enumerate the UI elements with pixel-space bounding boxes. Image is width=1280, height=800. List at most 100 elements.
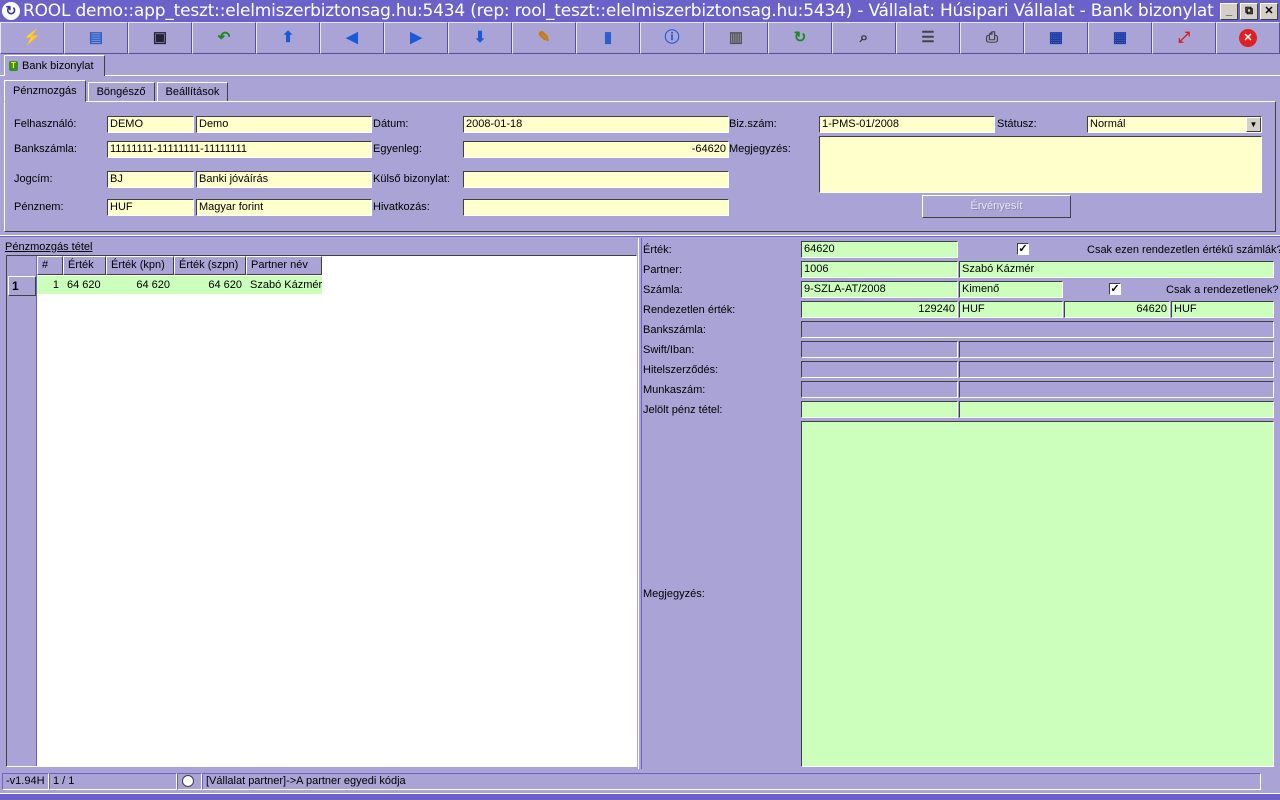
felhasznalo-code-field[interactable]: DEMO	[107, 116, 194, 133]
szamla-type-field: Kimenő	[959, 281, 1063, 298]
header-panel: Pénzmozgás Böngésző Beállítások Felhaszn…	[4, 80, 1276, 232]
chevron-down-icon[interactable]: ▼	[1246, 117, 1261, 132]
partner-code-field[interactable]: 1006	[801, 261, 958, 278]
column-header-partner-nev[interactable]: Partner név	[246, 256, 322, 275]
lightning-icon: ⚡	[22, 29, 42, 46]
bankszamla-detail-label: Bankszámla:	[643, 324, 706, 336]
toolbar-form-view-button[interactable]: ▥	[704, 22, 768, 54]
window-title: ROOL demo::app_teszt::elelmiszerbiztonsa…	[23, 1, 1214, 21]
szamla-field[interactable]: 9-SZLA-AT/2008	[801, 281, 958, 298]
header-form: Felhasználó: DEMO Demo Bankszámla: 11111…	[4, 101, 1276, 232]
toolbar-search-button[interactable]: ⌕	[832, 22, 896, 54]
ervenyesit-button[interactable]: Érvényesít	[922, 195, 1071, 218]
tab-bongeszo[interactable]: Böngésző	[87, 82, 155, 102]
toolbar-info-button[interactable]: ⓘ	[640, 22, 704, 54]
toolbar-print-button[interactable]: ⎙	[960, 22, 1024, 54]
resize-icon: ⤢	[1177, 29, 1190, 46]
toolbar-refresh-button[interactable]: ↻	[768, 22, 832, 54]
toolbar-resize-button[interactable]: ⤢	[1152, 22, 1216, 54]
megjegyzes-detail-field[interactable]	[801, 421, 1274, 767]
app-icon: ↻	[2, 2, 20, 20]
ertek-field[interactable]: 64620	[801, 241, 958, 258]
database-icon: ▮	[603, 29, 613, 46]
swift-label: Swift/Iban:	[643, 344, 695, 356]
tab-beallitasok[interactable]: Beállítások	[156, 82, 229, 102]
toolbar-database-button[interactable]: ▮	[576, 22, 640, 54]
rendezetlen-value2-field: 64620	[1064, 301, 1170, 318]
datum-label: Dátum:	[373, 118, 409, 130]
felhasznalo-name-field[interactable]: Demo	[196, 116, 372, 133]
megjegyzes-field[interactable]	[819, 136, 1262, 193]
minimize-button[interactable]: _	[1220, 2, 1238, 20]
csak-rendezetlen-checkbox[interactable]: ✓	[1017, 243, 1029, 255]
csak-rendezetlenek-checkbox[interactable]: ✓	[1109, 283, 1121, 295]
partner-label: Partner:	[643, 264, 683, 276]
toolbar-grid-export-button[interactable]: ▦	[1024, 22, 1088, 54]
status-bar: -v1.94H 1 / 1 [Vállalat partner]->A part…	[0, 771, 1280, 791]
munkaszam-name-field[interactable]	[959, 381, 1274, 398]
toolbar-close-button[interactable]: ✕	[1216, 22, 1280, 54]
rendezetlen-ccy-field: HUF	[959, 301, 1063, 318]
toolbar-previous-button[interactable]: ◀	[320, 22, 384, 54]
toolbar-open-button[interactable]: ▤	[64, 22, 128, 54]
column-header-ertek[interactable]: Érték	[63, 256, 106, 275]
tab-penzmozgas[interactable]: Pénzmozgás	[4, 80, 86, 102]
partner-name-field[interactable]: Szabó Kázmér	[959, 261, 1274, 278]
toolbar-undo-button[interactable]: ↶	[192, 22, 256, 54]
undo-icon: ↶	[217, 29, 231, 46]
column-header-ertek-kpn[interactable]: Érték (kpn)	[106, 256, 174, 275]
penznem-name-field[interactable]: Magyar forint	[196, 199, 372, 216]
edit-icon: ✎	[537, 29, 551, 46]
status-hint: [Vállalat partner]->A partner egyedi kód…	[202, 772, 1261, 790]
bankszamla-detail-field[interactable]	[801, 321, 1274, 338]
jelolt-code-field[interactable]	[801, 401, 958, 418]
hivatkozas-field[interactable]	[463, 199, 729, 216]
kulso-bizonylat-field[interactable]	[463, 171, 729, 188]
toolbar: ⚡ ▤ ▣ ↶ ⬆ ◀ ▶ ⬇ ✎ ▮ ⓘ ▥ ↻ ⌕ ☰ ⎙ ▦ ▦ ⤢ ✕	[0, 22, 1280, 54]
toolbar-lightning-button[interactable]: ⚡	[0, 22, 64, 54]
statusz-select[interactable]: Normál ▼	[1087, 116, 1262, 133]
bizszam-field[interactable]: 1-PMS-01/2008	[819, 116, 995, 133]
refresh-icon: ↻	[793, 29, 807, 46]
jogcim-code-field[interactable]: BJ	[107, 171, 194, 188]
close-window-button[interactable]: ✕	[1260, 2, 1278, 20]
toolbar-save-button[interactable]: ▣	[128, 22, 192, 54]
columns-icon: ☰	[921, 29, 935, 46]
toolbar-last-button[interactable]: ⬇	[448, 22, 512, 54]
toolbar-edit-button[interactable]: ✎	[512, 22, 576, 54]
vertical-splitter[interactable]	[638, 238, 642, 769]
horizontal-splitter[interactable]	[0, 235, 1280, 237]
table-cell-ertek[interactable]: 64 620	[63, 276, 106, 294]
datum-field[interactable]: 2008-01-18	[463, 116, 729, 133]
iban-field[interactable]	[959, 341, 1274, 358]
jelolt-name-field[interactable]	[959, 401, 1274, 418]
table-cell-ertek-kpn[interactable]: 64 620	[106, 276, 174, 294]
table-cell-ertek-szpn[interactable]: 64 620	[174, 276, 246, 294]
bizszam-label: Biz.szám:	[729, 118, 777, 130]
form-view-icon: ▥	[728, 29, 744, 46]
hitelszerzodes-name-field[interactable]	[959, 361, 1274, 378]
penznem-code-field[interactable]: HUF	[107, 199, 194, 216]
jogcim-name-field[interactable]: Banki jóváírás	[196, 171, 372, 188]
table-cell-num[interactable]: 1	[37, 276, 63, 294]
kulso-bizonylat-label: Külső bizonylat:	[373, 173, 451, 185]
toolbar-columns-button[interactable]: ☰	[896, 22, 960, 54]
toolbar-next-button[interactable]: ▶	[384, 22, 448, 54]
csak-rendezetlen-label: Csak ezen rendezetlen értékű számlák?	[1087, 244, 1280, 256]
restore-button[interactable]: ⧉	[1240, 2, 1258, 20]
hitelszerzodes-code-field[interactable]	[801, 361, 958, 378]
toolbar-grid-import-button[interactable]: ▦	[1088, 22, 1152, 54]
grid-title[interactable]: Pénzmozgás tétel	[5, 241, 92, 253]
felhasznalo-label: Felhasználó:	[14, 118, 77, 130]
column-header-num[interactable]: #	[37, 256, 63, 275]
munkaszam-code-field[interactable]	[801, 381, 958, 398]
column-header-ertek-szpn[interactable]: Érték (szpn)	[174, 256, 246, 275]
tab-bank-bizonylat[interactable]: T Bank bizonylat	[4, 55, 105, 76]
penzmozgas-tetel-grid[interactable]: # Érték Érték (kpn) Érték (szpn) Partner…	[6, 255, 637, 767]
bankszamla-field[interactable]: 11111111-11111111-11111111	[107, 141, 372, 158]
row-number[interactable]: 1	[8, 276, 36, 296]
table-cell-partner[interactable]: Szabó Kázmér	[246, 276, 322, 294]
swift-field[interactable]	[801, 341, 958, 358]
print-icon: ⎙	[985, 29, 998, 46]
toolbar-first-button[interactable]: ⬆	[256, 22, 320, 54]
